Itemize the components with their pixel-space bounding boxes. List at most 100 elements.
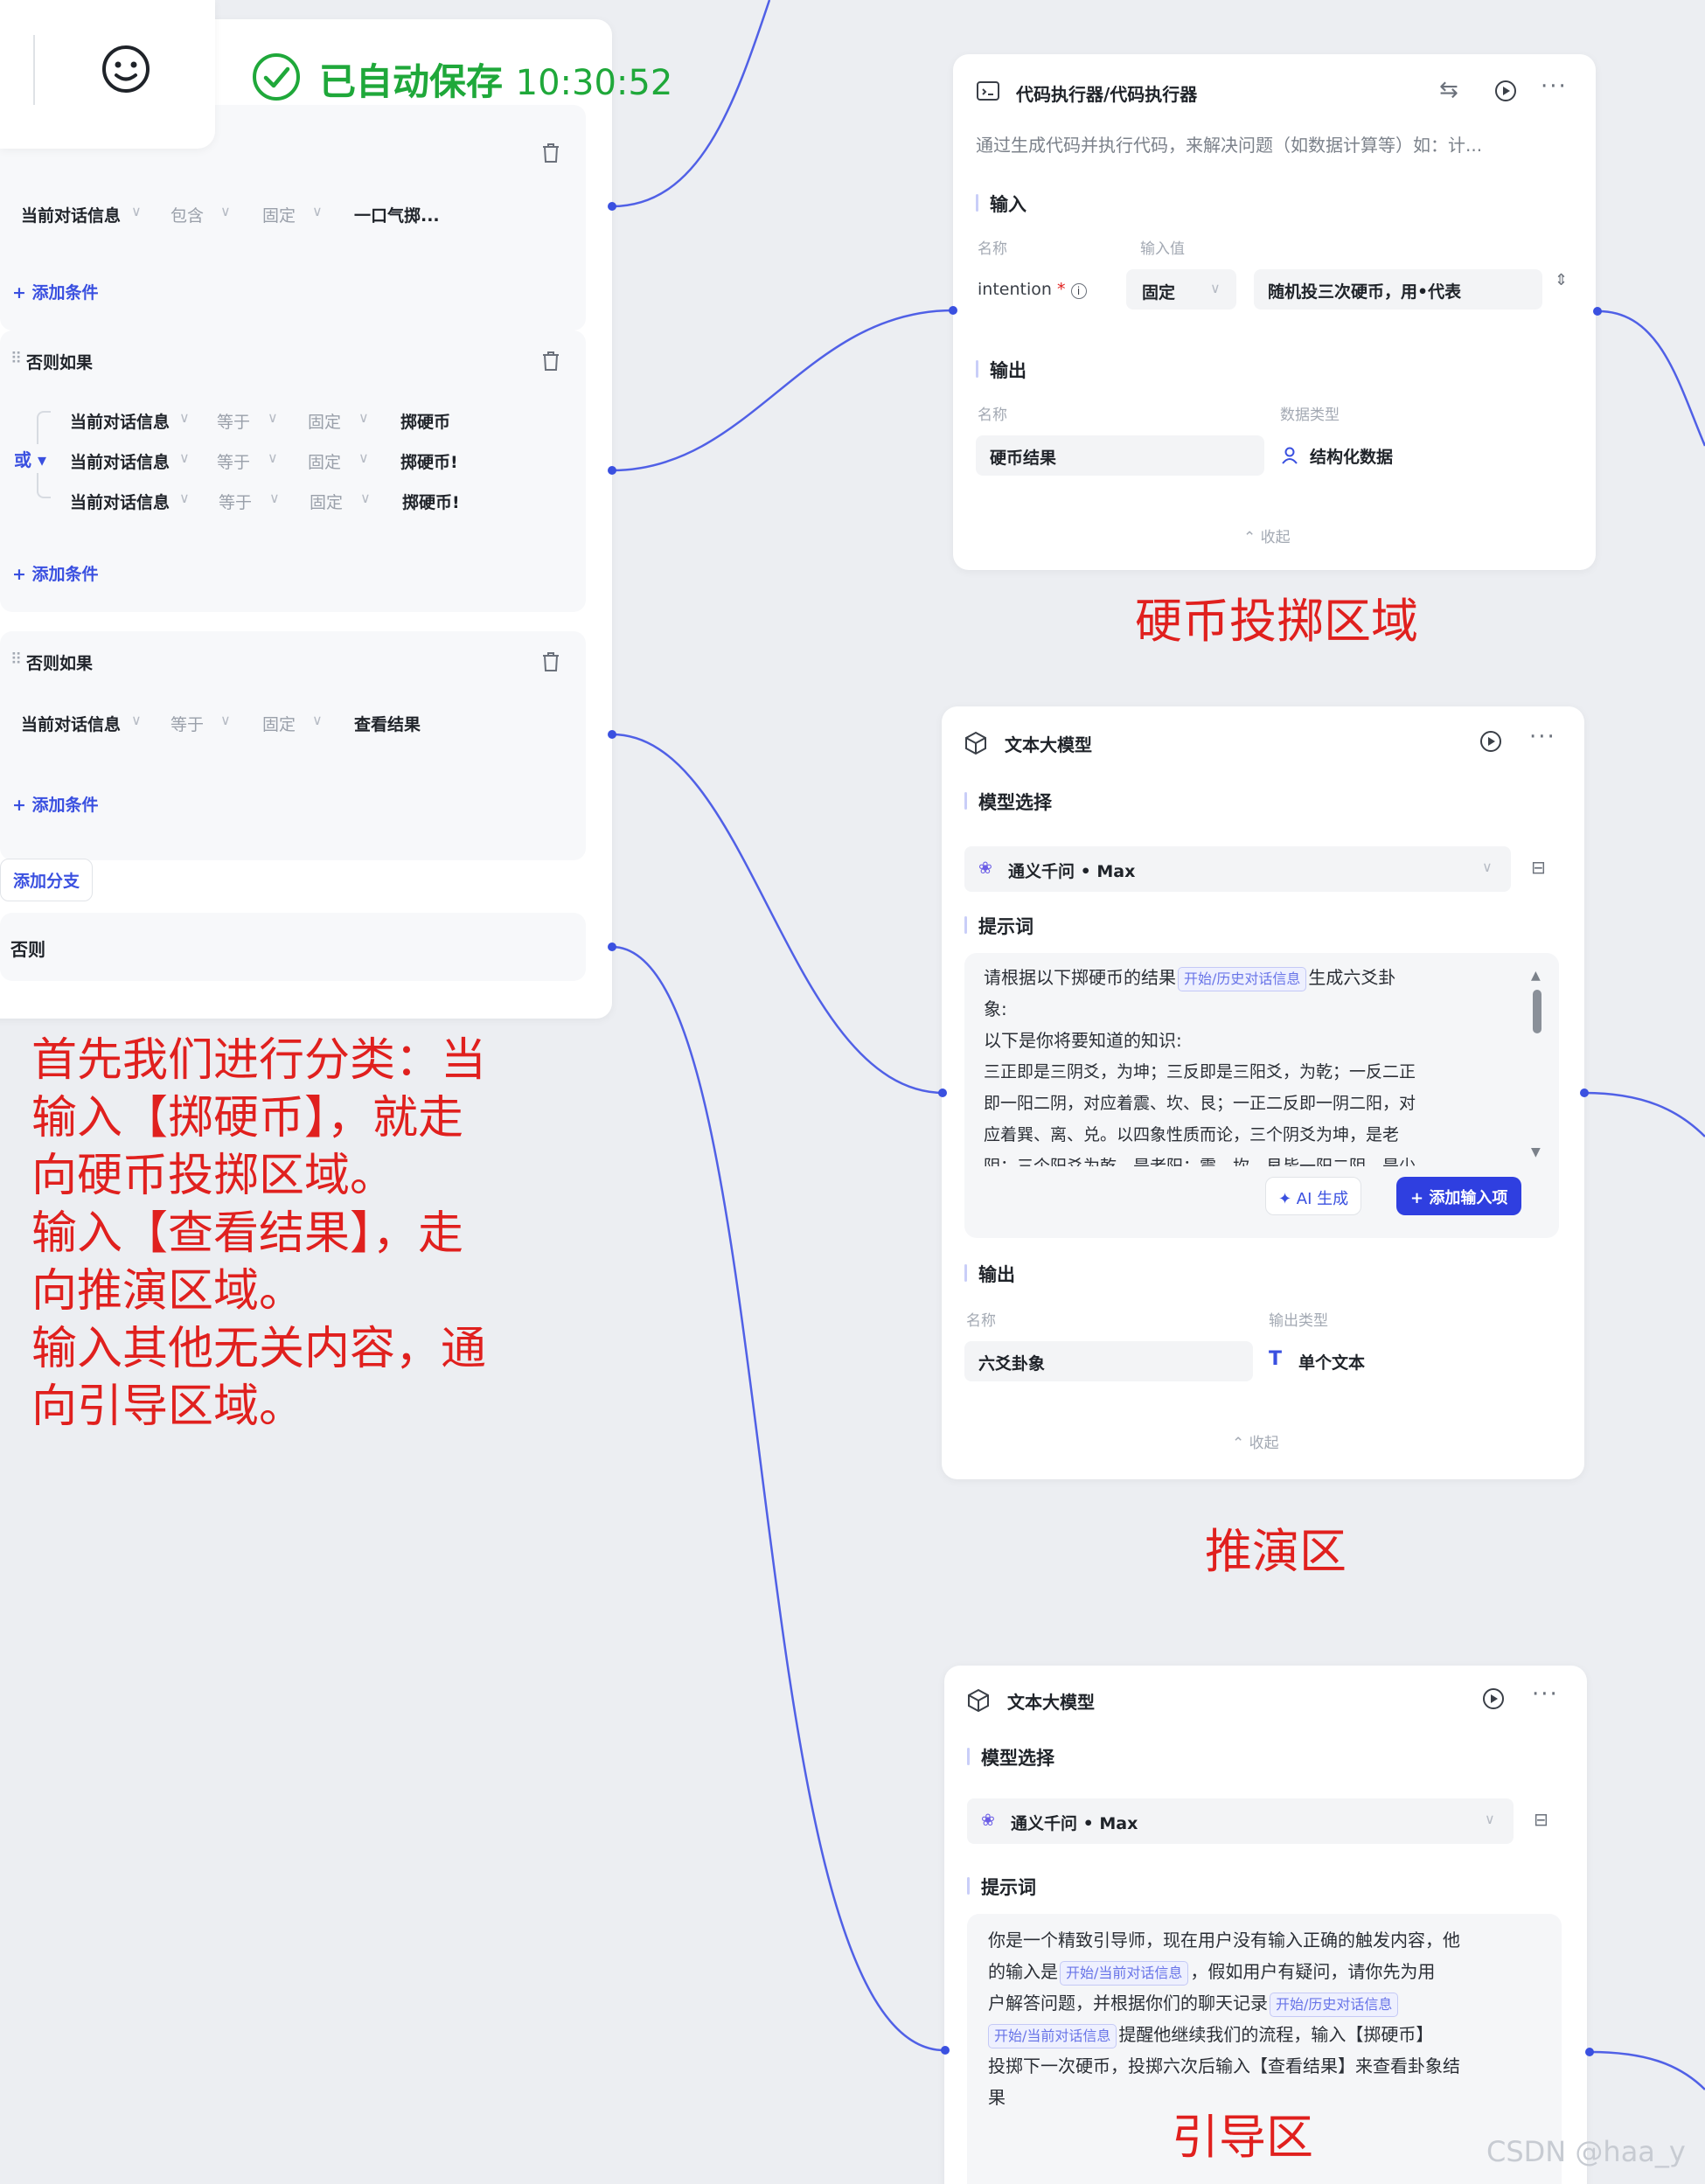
chevron-down-icon: ∨ bbox=[1210, 280, 1221, 296]
branch-2-port[interactable] bbox=[608, 466, 616, 475]
prompt-text: 请根据以下掷硬币的结果 开始/历史对话信息 生成六爻卦 象: 以下是你将要知道的知识… bbox=[984, 962, 1508, 1166]
explain-line: 输入其他无关内容，通 bbox=[31, 1323, 487, 1375]
edge-llm2-out bbox=[1589, 2050, 1705, 2090]
more-options-icon[interactable]: ··· bbox=[1532, 1681, 1559, 1708]
chevron-down-icon: ∨ bbox=[131, 203, 142, 219]
branch-1-port[interactable] bbox=[608, 202, 616, 211]
info-icon[interactable]: i bbox=[1070, 283, 1087, 299]
code-executor-node: 代码执行器/代码执行器 ⇆ ··· 通过生成代码并执行代码，来解决问题（如数据计… bbox=[953, 54, 1596, 570]
add-input-button[interactable]: + 添加输入项 bbox=[1396, 1177, 1522, 1215]
condition-operator[interactable]: 等于 bbox=[217, 409, 250, 433]
drag-handle-icon[interactable]: ⠿ bbox=[10, 650, 22, 669]
else-label: 否则 bbox=[10, 939, 45, 960]
run-node-icon[interactable] bbox=[1479, 729, 1503, 754]
condition-mode[interactable]: 固定 bbox=[308, 449, 341, 473]
scroll-up-icon[interactable]: ▲ bbox=[1531, 969, 1541, 983]
run-node-icon[interactable] bbox=[1493, 79, 1518, 103]
output-section-title: 输出 bbox=[976, 357, 1026, 383]
branch-title: 否则如果 bbox=[26, 654, 94, 673]
model-section-title: 模型选择 bbox=[967, 1744, 1054, 1770]
condition-field[interactable]: 当前对话信息 bbox=[21, 203, 121, 226]
condition-mode[interactable]: 固定 bbox=[308, 409, 341, 433]
output-name-field[interactable]: 六爻卦象 bbox=[964, 1341, 1253, 1381]
llm2-output-port[interactable] bbox=[1585, 2048, 1594, 2056]
output-type-value[interactable]: 结构化数据 bbox=[1310, 444, 1393, 468]
condition-operator[interactable]: 等于 bbox=[170, 712, 204, 735]
condition-value[interactable]: 一口气掷... bbox=[354, 203, 440, 226]
model-select[interactable]: ❀ 通义千问 • Max ∨ bbox=[967, 1798, 1514, 1844]
explain-line: 向推演区域。 bbox=[31, 1265, 305, 1318]
drag-handle-icon[interactable]: ⠿ bbox=[10, 350, 22, 368]
output-name-field[interactable]: 硬币结果 bbox=[976, 435, 1264, 476]
scroll-down-icon[interactable]: ▼ bbox=[1531, 1145, 1541, 1159]
condition-field[interactable]: 当前对话信息 bbox=[70, 490, 170, 513]
feedback-smiley-icon[interactable] bbox=[101, 44, 151, 94]
output-name-value: 硬币结果 bbox=[990, 449, 1057, 468]
column-value-label: 输入值 bbox=[1140, 240, 1185, 258]
branch-3-port[interactable] bbox=[608, 730, 616, 739]
prompt-line: 投掷下一次硬币，投掷六次后输入【查看结果】来查看卦象结 bbox=[988, 2055, 1460, 2076]
watermark: CSDN @haa_y bbox=[1486, 2135, 1686, 2168]
condition-operator[interactable]: 包含 bbox=[170, 203, 204, 226]
condition-value[interactable]: 查看结果 bbox=[354, 712, 421, 735]
add-condition-button[interactable]: + 添加条件 bbox=[12, 561, 99, 585]
prompt-editor[interactable]: 请根据以下掷硬币的结果 开始/历史对话信息 生成六爻卦 象: 以下是你将要知道的知识… bbox=[964, 953, 1559, 1238]
add-condition-button[interactable]: + 添加条件 bbox=[12, 280, 99, 303]
condition-mode[interactable]: 固定 bbox=[310, 490, 343, 513]
node-title: 代码执行器/代码执行器 bbox=[1016, 84, 1198, 105]
model-settings-icon[interactable]: ⊟ bbox=[1534, 1809, 1548, 1830]
chevron-down-icon: ∨ bbox=[1485, 1811, 1495, 1827]
model-select[interactable]: ❀ 通义千问 • Max ∨ bbox=[964, 846, 1511, 892]
condition-value[interactable]: 掷硬币! bbox=[400, 449, 458, 473]
variable-chip[interactable]: 开始/当前对话信息 bbox=[988, 2023, 1117, 2048]
add-condition-button[interactable]: + 添加条件 bbox=[12, 792, 99, 816]
condition-value[interactable]: 掷硬币 bbox=[400, 409, 450, 433]
condition-field[interactable]: 当前对话信息 bbox=[70, 409, 170, 433]
collapse-button[interactable]: ⌃ 收起 bbox=[1232, 1430, 1279, 1452]
logic-selector[interactable]: 或 ▾ bbox=[14, 444, 47, 473]
chevron-down-icon: ∨ bbox=[179, 490, 190, 506]
condition-value[interactable]: 掷硬币! bbox=[402, 490, 460, 513]
model-settings-icon[interactable]: ⊟ bbox=[1531, 857, 1546, 878]
code-input-port[interactable] bbox=[949, 306, 957, 315]
delete-branch-3-icon[interactable] bbox=[540, 650, 561, 673]
output-type-value[interactable]: 单个文本 bbox=[1298, 1350, 1365, 1374]
variable-chip[interactable]: 开始/历史对话信息 bbox=[1270, 1992, 1399, 2017]
variable-chip[interactable]: 开始/当前对话信息 bbox=[1060, 1960, 1189, 1986]
variable-chip[interactable]: 开始/历史对话信息 bbox=[1178, 966, 1307, 991]
delete-branch-1-icon[interactable] bbox=[540, 142, 561, 164]
delete-branch-2-icon[interactable] bbox=[540, 350, 561, 372]
explanation-annotation: 首先我们进行分类：当 输入【掷硬币】，就走 向硬币投掷区域。 输入【查看结果】，… bbox=[31, 1032, 486, 1436]
collapse-button[interactable]: ⌃ 收起 bbox=[1243, 525, 1291, 546]
more-options-icon[interactable]: ··· bbox=[1541, 73, 1568, 100]
ai-generate-button[interactable]: ✦ AI 生成 bbox=[1265, 1177, 1362, 1215]
input-param: intention * i bbox=[978, 280, 1087, 299]
condition-mode[interactable]: 固定 bbox=[262, 203, 296, 226]
more-options-icon[interactable]: ··· bbox=[1529, 724, 1556, 750]
model-cube-icon bbox=[965, 731, 986, 755]
llm2-input-port[interactable] bbox=[941, 2046, 950, 2055]
input-value-field[interactable]: 随机投三次硬币，用•代表 bbox=[1254, 269, 1542, 310]
condition-mode[interactable]: 固定 bbox=[262, 712, 296, 735]
scroll-stepper-icon[interactable]: ⇕ bbox=[1555, 271, 1568, 289]
branch-2-card: ⠿ 否则如果 或 ▾ 当前对话信息 ∨ 等于 ∨ 固定 ∨ 掷硬币 当前对话信息… bbox=[0, 330, 586, 612]
llm1-input-port[interactable] bbox=[938, 1089, 947, 1097]
llm1-output-port[interactable] bbox=[1580, 1089, 1589, 1097]
code-output-port[interactable] bbox=[1593, 307, 1602, 316]
collapse-label: 收起 bbox=[1249, 1435, 1279, 1452]
condition-operator[interactable]: 等于 bbox=[217, 449, 250, 473]
input-mode-select[interactable]: 固定 ∨ bbox=[1126, 269, 1236, 310]
prompt-scrollbar[interactable] bbox=[1533, 990, 1541, 1033]
condition-field[interactable]: 当前对话信息 bbox=[21, 712, 121, 735]
column-name-label: 名称 bbox=[978, 240, 1007, 258]
edge-else-llm2 bbox=[611, 945, 945, 2052]
swap-icon[interactable]: ⇆ bbox=[1439, 77, 1458, 103]
edge-llm1-out bbox=[1583, 1091, 1705, 1137]
node-description: 通过生成代码并执行代码，来解决问题（如数据计算等）如：计... bbox=[976, 135, 1483, 156]
run-node-icon[interactable] bbox=[1481, 1687, 1506, 1711]
prompt-line: 即一阳二阴，对应着震、坎、艮；一正二反即一阴二阳，对 bbox=[984, 1094, 1416, 1113]
condition-operator[interactable]: 等于 bbox=[219, 490, 252, 513]
else-port[interactable] bbox=[608, 942, 616, 951]
condition-field[interactable]: 当前对话信息 bbox=[70, 449, 170, 473]
add-branch-button[interactable]: 添加分支 bbox=[0, 859, 94, 901]
